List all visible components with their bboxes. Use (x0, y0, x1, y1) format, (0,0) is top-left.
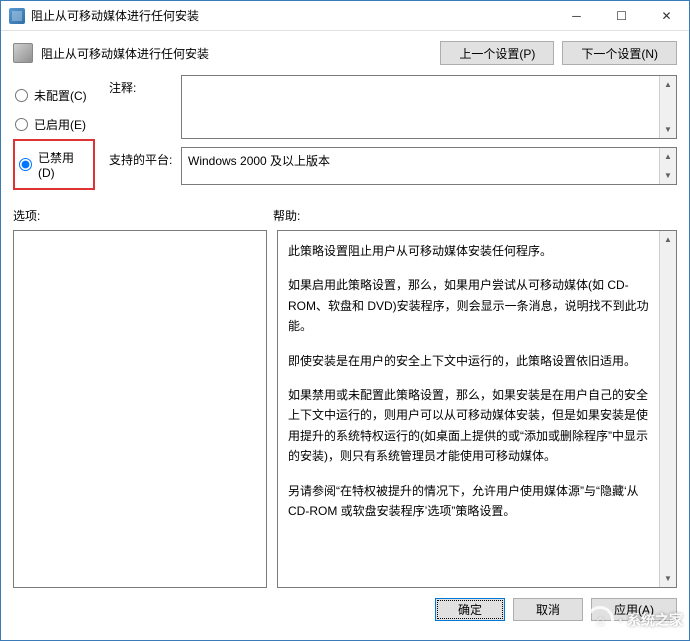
help-text: 此策略设置阻止用户从可移动媒体安装任何程序。 (288, 241, 654, 261)
apply-button[interactable]: 应用(A) (591, 598, 677, 621)
scroll-down-icon[interactable]: ▼ (660, 167, 676, 184)
help-text: 即使安装是在用户的安全上下文中运行的，此策略设置依旧适用。 (288, 351, 654, 371)
scroll-down-icon[interactable]: ▼ (660, 570, 676, 587)
policy-icon (13, 43, 33, 63)
scroll-track[interactable] (660, 93, 676, 121)
titlebar: 阻止从可移动媒体进行任何安装 ─ ☐ ✕ (1, 1, 689, 31)
cancel-button[interactable]: 取消 (513, 598, 583, 621)
scroll-track[interactable] (660, 248, 676, 570)
radio-disabled[interactable]: 已禁用(D) (17, 143, 91, 186)
header-row: 阻止从可移动媒体进行任何安装 上一个设置(P) 下一个设置(N) (1, 31, 689, 75)
comment-textarea[interactable]: ▲ ▼ (181, 75, 677, 139)
maximize-button[interactable]: ☐ (599, 1, 644, 31)
help-text: 如果启用此策略设置，那么，如果用户尝试从可移动媒体(如 CD-ROM、软盘和 D… (288, 275, 654, 336)
highlight-box: 已禁用(D) (13, 139, 95, 190)
radio-disabled-input[interactable] (19, 158, 32, 171)
next-setting-button[interactable]: 下一个设置(N) (562, 41, 677, 65)
platform-value: Windows 2000 及以上版本 (188, 154, 330, 168)
radio-enabled-input[interactable] (15, 118, 28, 131)
scroll-up-icon[interactable]: ▲ (660, 148, 676, 165)
radio-group: 未配置(C) 已启用(E) 已禁用(D) (13, 75, 95, 193)
help-label: 帮助: (273, 207, 677, 224)
radio-not-configured[interactable]: 未配置(C) (13, 81, 95, 110)
options-label: 选项: (13, 207, 273, 224)
dialog-buttons: 确定 取消 应用(A) (1, 588, 689, 631)
scroll-up-icon[interactable]: ▲ (660, 76, 676, 93)
previous-setting-button[interactable]: 上一个设置(P) (440, 41, 554, 65)
help-text: 另请参阅“在特权被提升的情况下，允许用户使用媒体源”与“隐藏‘从CD-ROM 或… (288, 481, 654, 522)
policy-title: 阻止从可移动媒体进行任何安装 (41, 45, 432, 62)
options-panel (13, 230, 267, 588)
window-title: 阻止从可移动媒体进行任何安装 (31, 7, 554, 24)
help-scrollbar[interactable]: ▲ ▼ (659, 231, 676, 587)
minimize-button[interactable]: ─ (554, 1, 599, 31)
platform-scrollbar[interactable]: ▲ ▼ (659, 148, 676, 184)
comment-label: 注释: (109, 75, 181, 96)
radio-not-configured-label: 未配置(C) (34, 87, 87, 104)
radio-not-configured-input[interactable] (15, 89, 28, 102)
ok-button[interactable]: 确定 (435, 598, 505, 621)
scroll-up-icon[interactable]: ▲ (660, 231, 676, 248)
window-controls: ─ ☐ ✕ (554, 1, 689, 30)
help-panel: 此策略设置阻止用户从可移动媒体安装任何程序。 如果启用此策略设置，那么，如果用户… (277, 230, 677, 588)
platform-label: 支持的平台: (109, 147, 181, 168)
radio-disabled-label: 已禁用(D) (38, 149, 89, 180)
close-button[interactable]: ✕ (644, 1, 689, 31)
radio-enabled-label: 已启用(E) (34, 116, 86, 133)
app-icon (9, 8, 25, 24)
platform-textarea[interactable]: Windows 2000 及以上版本 ▲ ▼ (181, 147, 677, 185)
radio-enabled[interactable]: 已启用(E) (13, 110, 95, 139)
scroll-down-icon[interactable]: ▼ (660, 121, 676, 138)
comment-scrollbar[interactable]: ▲ ▼ (659, 76, 676, 138)
help-text: 如果禁用或未配置此策略设置，那么，如果安装是在用户自己的安全上下文中运行的，则用… (288, 385, 654, 467)
